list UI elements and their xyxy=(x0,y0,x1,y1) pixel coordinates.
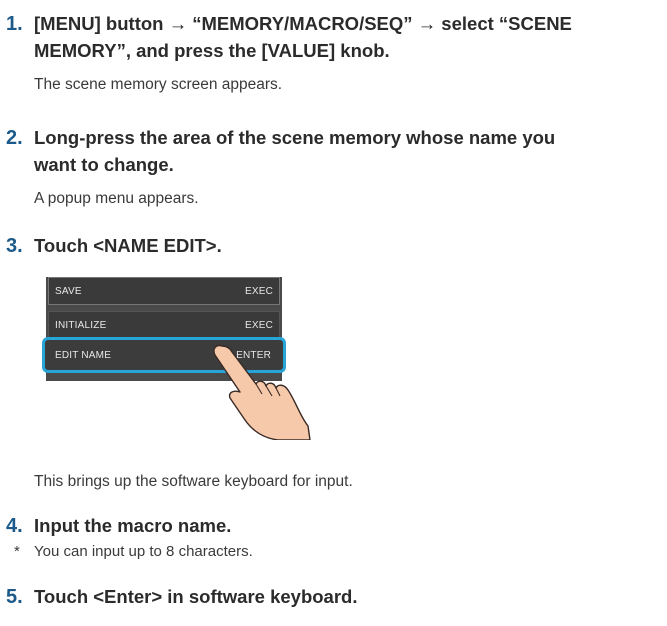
menu-item-label: EDIT NAME xyxy=(55,350,112,361)
step-heading: Touch <NAME EDIT>. xyxy=(34,235,222,256)
note-asterisk: * xyxy=(14,543,20,560)
step-number: 1. xyxy=(6,13,23,35)
step-note: * You can input up to 8 characters. xyxy=(14,541,253,563)
step-number: 3. xyxy=(6,235,23,257)
step-heading-line: [MENU] button → “MEMORY/MACRO/SEQ” → sel… xyxy=(34,13,572,34)
step-heading-line: Long-press the area of the scene memory … xyxy=(34,127,556,148)
step-heading: Long-press the area of the scene memory … xyxy=(34,124,664,178)
step-heading-line: MEMORY”, and press the [VALUE] knob. xyxy=(34,40,390,61)
menu-item-label: SAVE xyxy=(55,286,82,297)
step-number: 2. xyxy=(6,127,23,149)
menu-item-label: INITIALIZE xyxy=(55,320,107,331)
step-description: The scene memory screen appears. xyxy=(34,76,283,93)
menu-item-initialize[interactable]: INITIALIZE EXEC xyxy=(48,311,280,339)
menu-item-save[interactable]: SAVE EXEC xyxy=(48,277,280,305)
step-description: A popup menu appears. xyxy=(34,190,199,207)
step-heading: Input the macro name. xyxy=(34,515,232,536)
step-heading: Touch <Enter> in software keyboard. xyxy=(34,586,358,607)
step-heading: [MENU] button → “MEMORY/MACRO/SEQ” → sel… xyxy=(34,10,664,64)
pointing-hand-icon xyxy=(213,344,311,440)
step-number: 4. xyxy=(6,515,23,537)
note-text: You can input up to 8 characters. xyxy=(34,543,253,560)
step-description: This brings up the software keyboard for… xyxy=(34,473,353,490)
step-number: 5. xyxy=(6,586,23,608)
menu-item-value: EXEC xyxy=(244,320,273,331)
menu-item-value: EXEC xyxy=(244,286,273,297)
step-heading-line: want to change. xyxy=(34,154,174,175)
